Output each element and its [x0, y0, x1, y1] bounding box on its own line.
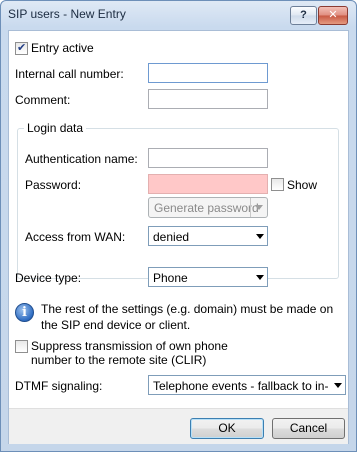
title-bar[interactable]: SIP users - New Entry ? ✕ [1, 1, 356, 29]
show-password-checkbox[interactable] [271, 178, 284, 191]
suppress-clir-checkbox[interactable] [15, 340, 28, 353]
show-password-label: Show [287, 178, 318, 192]
password-input[interactable] [148, 174, 268, 194]
access-from-wan-value: denied [153, 230, 190, 244]
ok-button[interactable]: OK [190, 418, 264, 439]
device-type-label: Device type: [15, 271, 82, 285]
generate-password-button[interactable]: Generate password [148, 197, 268, 218]
login-data-title: Login data [24, 121, 87, 135]
dtmf-signaling-select[interactable]: Telephone events - fallback to in-band [148, 375, 346, 395]
window-title: SIP users - New Entry [8, 7, 126, 21]
device-type-value: Phone [153, 271, 188, 285]
device-type-select[interactable]: Phone [148, 267, 268, 287]
info-icon: i [15, 303, 34, 322]
generate-password-label: Generate password [154, 201, 259, 215]
dtmf-signaling-label: DTMF signaling: [15, 379, 103, 393]
button-bar: OK Cancel [9, 409, 348, 444]
access-from-wan-label: Access from WAN: [25, 230, 126, 244]
dtmf-signaling-value: Telephone events - fallback to in-band [153, 379, 329, 393]
authentication-name-label: Authentication name: [25, 152, 138, 166]
entry-active-checkbox[interactable] [15, 41, 28, 55]
chevron-down-icon[interactable] [250, 198, 267, 217]
access-from-wan-select[interactable]: denied [148, 226, 268, 246]
help-button[interactable]: ? [290, 6, 317, 25]
chevron-down-icon [256, 234, 264, 239]
chevron-down-icon [334, 383, 342, 388]
internal-call-number-label: Internal call number: [15, 67, 124, 81]
dialog-content: Entry active Internal call number: Comme… [8, 30, 349, 444]
comment-input[interactable] [148, 89, 268, 109]
password-label: Password: [25, 178, 82, 192]
cancel-button[interactable]: Cancel [272, 418, 345, 439]
internal-call-number-input[interactable] [148, 63, 268, 83]
dialog-window: SIP users - New Entry ? ✕ Entry active I… [0, 0, 357, 452]
suppress-clir-label: Suppress transmission of own phone numbe… [31, 339, 228, 367]
entry-active-label: Entry active [31, 41, 94, 55]
comment-label: Comment: [15, 93, 71, 107]
chevron-down-icon [256, 275, 264, 280]
authentication-name-input[interactable] [148, 148, 268, 168]
info-text: The rest of the settings (e.g. domain) m… [41, 302, 334, 332]
close-button[interactable]: ✕ [318, 6, 348, 25]
